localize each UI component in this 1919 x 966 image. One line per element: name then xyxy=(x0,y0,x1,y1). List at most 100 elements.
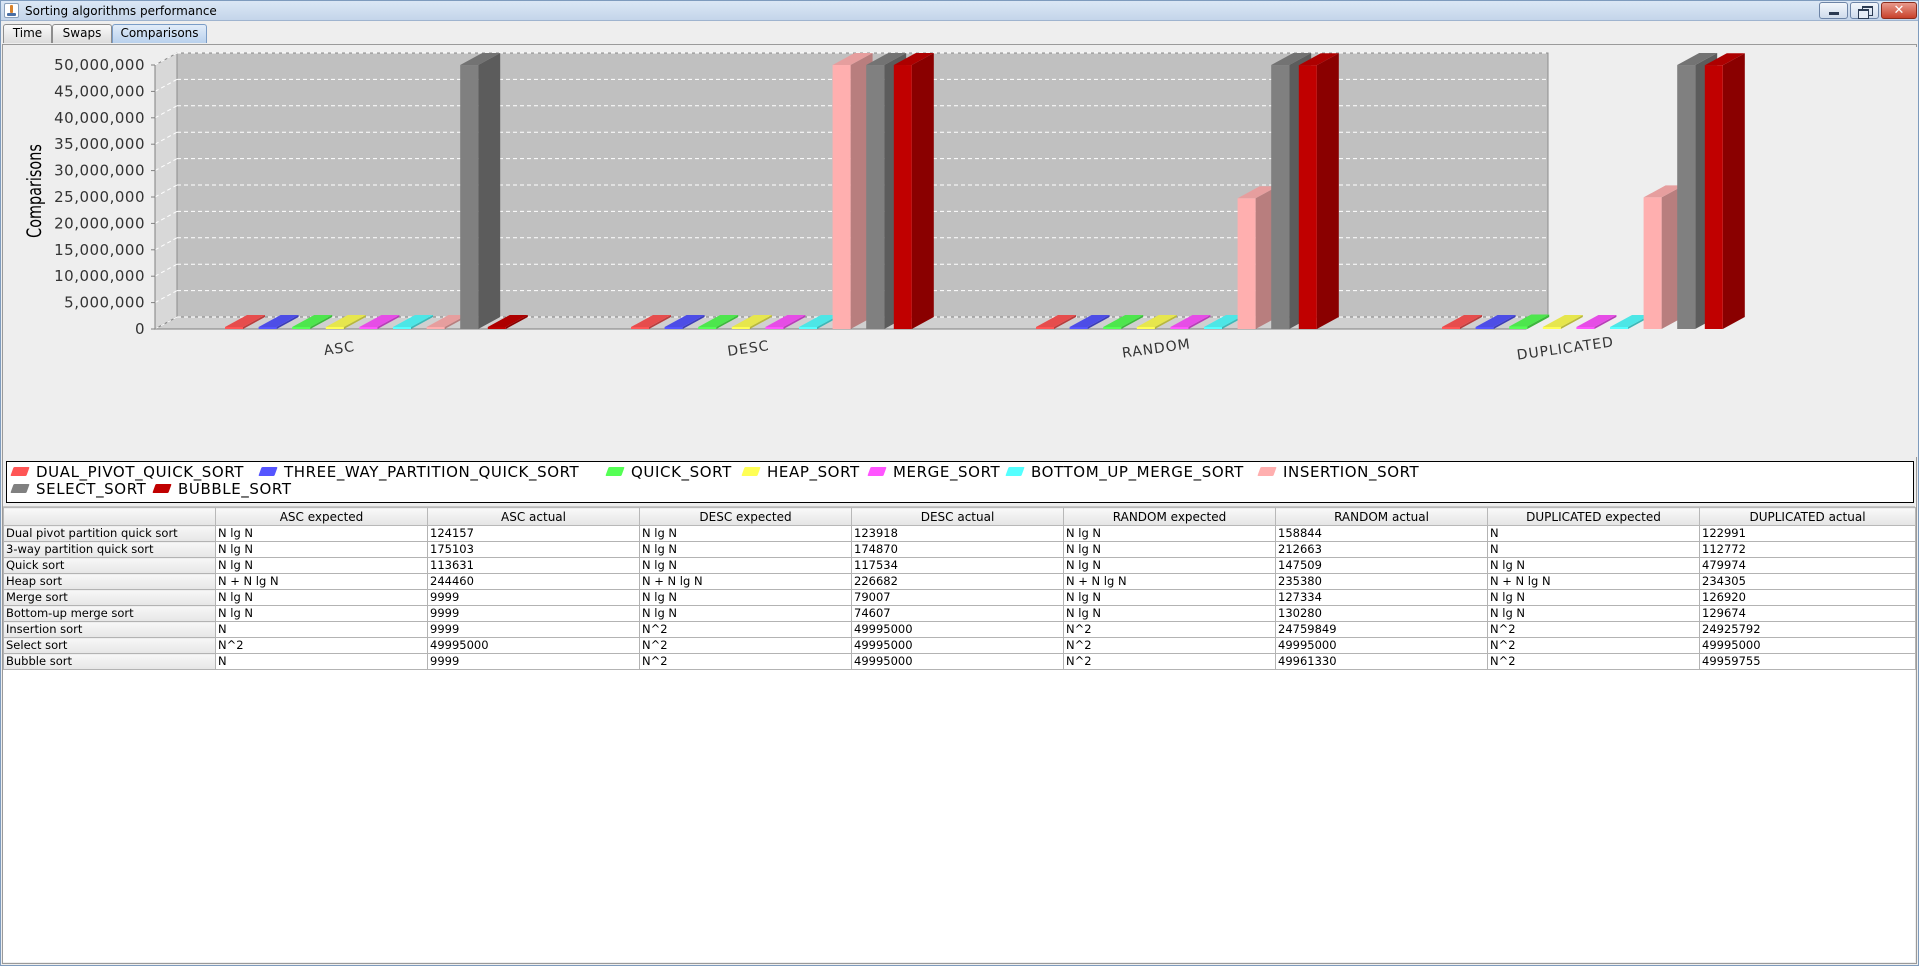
column-header[interactable]: DUPLICATED expected xyxy=(1487,507,1700,526)
table-cell[interactable]: 126920 xyxy=(1699,589,1916,606)
column-header[interactable]: ASC actual xyxy=(427,507,640,526)
table-cell[interactable]: 49995000 xyxy=(851,621,1064,638)
table-row[interactable]: Bubble sort N 9999 N^2 49995000 N^2 49961330 N^… xyxy=(3,653,1916,670)
table-cell[interactable]: 175103 xyxy=(427,541,640,558)
table-cell[interactable]: N lg N xyxy=(1063,541,1276,558)
column-header[interactable]: RANDOM actual xyxy=(1275,507,1488,526)
table-cell[interactable]: 234305 xyxy=(1699,573,1916,590)
table-cell[interactable]: N xyxy=(1487,525,1700,542)
table-cell[interactable]: 24925792 xyxy=(1699,621,1916,638)
table-cell[interactable]: 235380 xyxy=(1275,573,1488,590)
close-button[interactable]: ✕ xyxy=(1881,2,1917,19)
table-cell[interactable]: N xyxy=(1487,541,1700,558)
table-cell[interactable]: N^2 xyxy=(1063,621,1276,638)
table-cell[interactable]: N xyxy=(215,653,428,670)
table-cell[interactable]: 212663 xyxy=(1275,541,1488,558)
table-cell[interactable]: 79007 xyxy=(851,589,1064,606)
legend-item: INSERTION_SORT xyxy=(1257,463,1419,481)
table-cell[interactable]: N + N lg N xyxy=(639,573,852,590)
table-cell[interactable]: N lg N xyxy=(1063,557,1276,574)
table-cell[interactable]: N lg N xyxy=(1063,589,1276,606)
row-header: Dual pivot partition quick sort xyxy=(3,525,216,542)
table-row[interactable]: Select sort N^2 49995000 N^2 49995000 N^2 4999… xyxy=(3,637,1916,654)
table-cell[interactable]: 129674 xyxy=(1699,605,1916,622)
table-cell[interactable]: N^2 xyxy=(1063,637,1276,654)
table-cell[interactable]: N lg N xyxy=(215,541,428,558)
table-cell[interactable]: 49995000 xyxy=(1275,637,1488,654)
table-cell[interactable]: 123918 xyxy=(851,525,1064,542)
table-cell[interactable]: N lg N xyxy=(639,589,852,606)
table-cell[interactable]: N lg N xyxy=(1487,605,1700,622)
table-cell[interactable]: 244460 xyxy=(427,573,640,590)
table-cell[interactable]: 74607 xyxy=(851,605,1064,622)
table-cell[interactable]: N + N lg N xyxy=(1487,573,1700,590)
table-cell[interactable]: 226682 xyxy=(851,573,1064,590)
table-cell[interactable]: 117534 xyxy=(851,557,1064,574)
table-cell[interactable]: N lg N xyxy=(1063,525,1276,542)
table-cell[interactable]: N lg N xyxy=(639,605,852,622)
table-row[interactable]: Merge sort N lg N 9999 N lg N 79007 N lg N 127… xyxy=(3,589,1916,606)
table-cell[interactable]: 158844 xyxy=(1275,525,1488,542)
java-app-icon[interactable] xyxy=(4,3,19,18)
table-cell[interactable]: N xyxy=(215,621,428,638)
table-cell[interactable]: 127334 xyxy=(1275,589,1488,606)
table-cell[interactable]: N^2 xyxy=(215,637,428,654)
table-cell[interactable]: N^2 xyxy=(1487,621,1700,638)
table-cell[interactable]: N^2 xyxy=(639,621,852,638)
tab-comparisons[interactable]: Comparisons xyxy=(112,24,207,43)
column-header[interactable]: DESC actual xyxy=(851,507,1064,526)
tab-swaps[interactable]: Swaps xyxy=(52,24,112,43)
table-row[interactable]: Insertion sort N 9999 N^2 49995000 N^2 2475984… xyxy=(3,621,1916,638)
table-cell[interactable]: N lg N xyxy=(639,541,852,558)
table-cell[interactable]: N lg N xyxy=(639,557,852,574)
table-cell[interactable]: 9999 xyxy=(427,589,640,606)
table-cell[interactable]: N^2 xyxy=(639,637,852,654)
table-row[interactable]: Quick sort N lg N 113631 N lg N 117534 N lg N… xyxy=(3,557,1916,574)
table-cell[interactable]: N lg N xyxy=(1487,557,1700,574)
table-cell[interactable]: 49995000 xyxy=(851,637,1064,654)
table-cell[interactable]: N lg N xyxy=(1487,589,1700,606)
table-row[interactable]: Heap sort N + N lg N 244460 N + N lg N 22668… xyxy=(3,573,1916,590)
table-cell[interactable]: 49995000 xyxy=(851,653,1064,670)
table-cell[interactable]: 9999 xyxy=(427,621,640,638)
table-cell[interactable]: N lg N xyxy=(639,525,852,542)
table-row[interactable]: Dual pivot partition quick sort N lg N 124… xyxy=(3,525,1916,542)
table-cell[interactable]: 49995000 xyxy=(427,637,640,654)
table-cell[interactable]: N lg N xyxy=(215,589,428,606)
table-cell[interactable]: N^2 xyxy=(1487,637,1700,654)
column-header[interactable]: DUPLICATED actual xyxy=(1699,507,1916,526)
column-header[interactable]: DESC expected xyxy=(639,507,852,526)
table-cell[interactable]: N lg N xyxy=(215,525,428,542)
table-cell[interactable]: N lg N xyxy=(215,605,428,622)
table-cell[interactable]: N^2 xyxy=(1063,653,1276,670)
table-cell[interactable]: 49961330 xyxy=(1275,653,1488,670)
restore-button[interactable] xyxy=(1850,2,1879,19)
table-cell[interactable]: 49995000 xyxy=(1699,637,1916,654)
results-table-scrollpane[interactable]: ASC expected ASC actual DESC expected DESC … xyxy=(3,506,1916,962)
table-row[interactable]: Bottom-up merge sort N lg N 9999 N lg N 7460… xyxy=(3,605,1916,622)
table-cell[interactable]: 24759849 xyxy=(1275,621,1488,638)
table-cell[interactable]: N lg N xyxy=(215,557,428,574)
table-cell[interactable]: 9999 xyxy=(427,653,640,670)
table-cell[interactable]: 9999 xyxy=(427,605,640,622)
table-cell[interactable]: N^2 xyxy=(639,653,852,670)
table-row[interactable]: 3-way partition quick sort N lg N 175103 N … xyxy=(3,541,1916,558)
table-cell[interactable]: 122991 xyxy=(1699,525,1916,542)
table-cell[interactable]: N^2 xyxy=(1487,653,1700,670)
table-cell[interactable]: 479974 xyxy=(1699,557,1916,574)
table-cell[interactable]: 130280 xyxy=(1275,605,1488,622)
table-cell[interactable]: 49959755 xyxy=(1699,653,1916,670)
column-header[interactable]: ASC expected xyxy=(215,507,428,526)
minimize-button[interactable] xyxy=(1819,2,1848,19)
tab-time[interactable]: Time xyxy=(3,24,52,43)
table-cell[interactable]: N + N lg N xyxy=(215,573,428,590)
table-cell[interactable]: 147509 xyxy=(1275,557,1488,574)
table-cell[interactable]: 113631 xyxy=(427,557,640,574)
table-cell[interactable]: N lg N xyxy=(1063,605,1276,622)
column-header[interactable]: RANDOM expected xyxy=(1063,507,1276,526)
title-bar[interactable]: Sorting algorithms performance ✕ xyxy=(1,1,1918,21)
table-cell[interactable]: 124157 xyxy=(427,525,640,542)
table-cell[interactable]: 112772 xyxy=(1699,541,1916,558)
table-cell[interactable]: N + N lg N xyxy=(1063,573,1276,590)
table-cell[interactable]: 174870 xyxy=(851,541,1064,558)
